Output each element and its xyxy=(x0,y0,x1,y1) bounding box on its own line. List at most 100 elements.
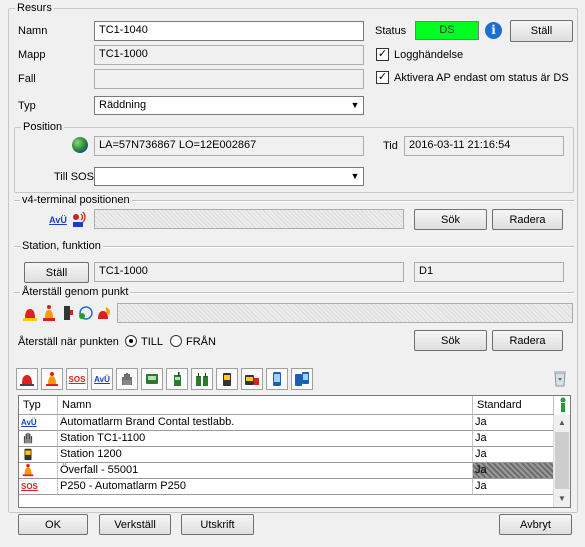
sos-icon: SOS xyxy=(21,482,38,491)
toolbar-pager-icon[interactable] xyxy=(141,368,163,390)
toolbar-avu-icon[interactable]: AvÜ xyxy=(91,368,113,390)
station-stall-button[interactable]: Ställ xyxy=(24,262,89,283)
station-field: TC1-1000 xyxy=(94,262,404,282)
status-label: Status xyxy=(375,25,407,37)
typ-label: Typ xyxy=(18,100,36,112)
typ-value: Räddning xyxy=(99,99,147,111)
funktion-field: D1 xyxy=(414,262,564,282)
fall-label: Fall xyxy=(18,73,36,85)
row-type-cell: AvÜ xyxy=(19,415,58,431)
aterstall-nar-label: Återställ när punkten xyxy=(18,336,119,348)
scrollbar-thumb[interactable] xyxy=(555,432,569,489)
avu-icon[interactable]: AvÜ xyxy=(48,210,68,230)
avbryt-button[interactable]: Avbryt xyxy=(499,514,572,535)
toolbar-sos-icon[interactable]: SOS xyxy=(66,368,88,390)
row-standard-cell-selected[interactable]: Ja xyxy=(473,463,554,479)
row-namn-cell: Station 1200 xyxy=(58,447,473,463)
v4-position-field xyxy=(94,209,404,229)
fran-radio[interactable] xyxy=(170,335,182,347)
person-siren-icon xyxy=(22,463,34,477)
table-row[interactable]: AvÜ Automatlarm Brand Contal testlabb. J… xyxy=(19,415,554,431)
toolbar-mobile-phone-icon[interactable] xyxy=(266,368,288,390)
namn-label: Namn xyxy=(18,25,48,37)
v4-sok-button[interactable]: Sök xyxy=(414,209,487,230)
alarm-siren-icon[interactable] xyxy=(20,303,40,323)
aterstall-radera-button[interactable]: Radera xyxy=(492,330,563,351)
toolbar-phone-pair-icon[interactable] xyxy=(291,368,313,390)
position-coords-field: LA=57N736867 LO=12E002867 xyxy=(94,136,364,156)
verkstall-button[interactable]: Verkställ xyxy=(99,514,171,535)
avu-icon: AvÜ xyxy=(21,418,37,427)
network-icon[interactable] xyxy=(76,303,96,323)
flame-alarm-icon[interactable] xyxy=(94,303,114,323)
status-badge: DS xyxy=(415,21,479,40)
toolbar-hand-icon[interactable] xyxy=(116,368,138,390)
aterstall-title: Återställ genom punkt xyxy=(20,286,131,298)
row-standard-cell: Ja xyxy=(473,431,554,447)
table-row[interactable]: Överfall - 55001 Ja xyxy=(19,463,554,479)
toolbar-yellow-radio-icon[interactable] xyxy=(216,368,238,390)
row-namn-cell: Överfall - 55001 xyxy=(58,463,473,479)
row-type-cell: SOS xyxy=(19,479,58,495)
avu-icon-text: AvÜ xyxy=(49,215,67,225)
sos-icon-text: SOS xyxy=(68,374,86,384)
table-row[interactable]: SOS P250 - Automatlarm P250 Ja xyxy=(19,479,554,495)
fall-field xyxy=(94,69,364,89)
mapp-label: Mapp xyxy=(18,49,46,61)
avu-icon-text: AvÜ xyxy=(94,374,110,384)
col-header-typ[interactable]: Typ xyxy=(19,396,58,415)
row-standard-cell: Ja xyxy=(473,447,554,463)
row-namn-cell: Automatlarm Brand Contal testlabb. xyxy=(58,415,473,431)
aterstall-punkt-field xyxy=(117,303,573,323)
table-row[interactable]: Station TC1-1100 Ja xyxy=(19,431,554,447)
mapp-field: TC1-1000 xyxy=(94,45,364,65)
chevron-down-icon: ▼ xyxy=(350,171,360,181)
toolbar-alarm-siren-icon[interactable] xyxy=(16,368,38,390)
logghandelse-checkbox[interactable]: ✓ xyxy=(376,48,389,61)
row-type-cell xyxy=(19,463,58,479)
toolbar-radio-icon[interactable] xyxy=(166,368,188,390)
recycle-bin-icon[interactable] xyxy=(550,368,570,388)
till-radio[interactable] xyxy=(125,335,137,347)
namn-field[interactable]: TC1-1040 xyxy=(94,21,364,41)
row-type-cell xyxy=(19,447,58,463)
toolbar-radio-pair-icon[interactable] xyxy=(191,368,213,390)
aktivera-label: Aktivera AP endast om status är DS xyxy=(394,72,569,84)
table-row[interactable]: Station 1200 Ja xyxy=(19,447,554,463)
fran-label: FRÅN xyxy=(186,336,216,348)
yellow-radio-icon xyxy=(24,448,32,461)
station-title: Station, funktion xyxy=(20,240,103,252)
till-sos-dropdown[interactable]: ▼ xyxy=(94,167,364,186)
chevron-down-icon: ▼ xyxy=(350,100,360,110)
col-header-namn[interactable]: Namn xyxy=(58,396,473,415)
toolbar-vehicle-terminal-icon[interactable] xyxy=(241,368,263,390)
status-stall-button[interactable]: Ställ xyxy=(510,20,573,42)
column-settings-icon[interactable] xyxy=(555,397,571,414)
globe-icon xyxy=(72,137,88,153)
door-sensor-icon[interactable] xyxy=(58,303,78,323)
logghandelse-label: Logghändelse xyxy=(394,49,464,61)
aterstall-sok-button[interactable]: Sök xyxy=(414,330,487,351)
row-standard-cell: Ja xyxy=(473,479,554,495)
toolbar-person-siren-icon[interactable] xyxy=(41,368,63,390)
scroll-up-icon[interactable]: ▲ xyxy=(554,415,570,431)
ok-button[interactable]: OK xyxy=(18,514,88,535)
resurs-title: Resurs xyxy=(15,2,54,14)
tid-label: Tid xyxy=(383,140,398,152)
scroll-down-icon[interactable]: ▼ xyxy=(554,491,570,507)
utskrift-button[interactable]: Utskrift xyxy=(181,514,254,535)
till-label: TILL xyxy=(141,336,164,348)
typ-dropdown[interactable]: Räddning ▼ xyxy=(94,96,364,115)
row-type-cell xyxy=(19,431,58,447)
col-header-standard[interactable]: Standard xyxy=(473,396,554,415)
aktivera-checkbox[interactable]: ✓ xyxy=(376,71,389,84)
till-sos-label: Till SOS xyxy=(54,171,94,183)
resource-grid[interactable]: Typ Namn Standard AvÜ Automatlarm Brand … xyxy=(18,395,571,508)
info-icon[interactable]: i xyxy=(485,22,502,39)
v4-radera-button[interactable]: Radera xyxy=(492,209,563,230)
v4-title: v4-terminal positionen xyxy=(20,194,132,206)
person-siren-icon[interactable] xyxy=(39,303,59,323)
tid-field: 2016-03-11 21:16:54 xyxy=(404,136,564,156)
grid-scrollbar[interactable]: ▲ ▼ xyxy=(553,415,570,507)
signal-radio-icon[interactable] xyxy=(70,210,90,230)
